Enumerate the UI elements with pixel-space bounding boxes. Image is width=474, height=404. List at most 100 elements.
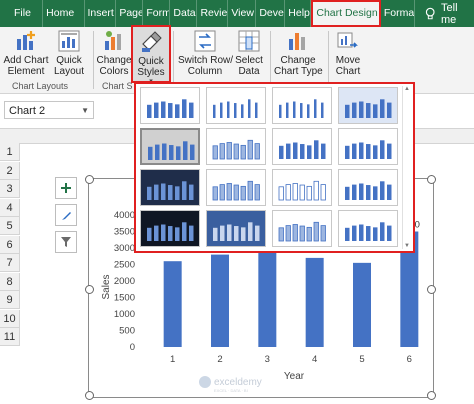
chart-style-preview-icon (279, 99, 324, 118)
chart-style-thumbnail[interactable] (272, 87, 332, 124)
chart-style-thumbnail[interactable] (338, 128, 398, 165)
chart-style-thumbnail[interactable] (140, 87, 200, 124)
tell-me-search[interactable]: Tell me (415, 2, 474, 26)
row-header[interactable]: 4 (0, 198, 20, 217)
chart-style-thumbnail[interactable] (272, 210, 332, 247)
select-all-corner[interactable] (0, 129, 21, 144)
chart-filters-button[interactable] (55, 231, 77, 253)
chart-style-thumbnail[interactable] (206, 128, 266, 165)
chart-style-thumbnail[interactable] (206, 87, 266, 124)
chevron-down-icon[interactable]: ▼ (81, 102, 89, 120)
name-box-value: Chart 2 (9, 105, 46, 117)
row-header[interactable]: 7 (0, 254, 20, 272)
chevron-down-icon[interactable]: ▼ (403, 243, 411, 249)
row-header[interactable]: 3 (0, 180, 20, 198)
quick-layout-icon (58, 30, 80, 52)
bar[interactable] (353, 262, 371, 347)
quick-styles-button[interactable]: Quick Styles ▾ (131, 25, 171, 85)
preview-bar (226, 183, 232, 201)
y-tick-label: 0 (130, 342, 135, 353)
preview-bar (182, 99, 187, 118)
name-box[interactable]: Chart 2 ▼ (4, 101, 94, 119)
chart-style-thumbnail[interactable] (206, 169, 266, 206)
preview-bar (306, 185, 312, 201)
resize-handle[interactable] (85, 285, 94, 294)
move-chart-icon (337, 32, 358, 48)
preview-bar (352, 225, 357, 241)
change-colors-button[interactable]: Change Colors (96, 29, 132, 81)
select-data-icon (238, 30, 260, 52)
preview-bar (279, 104, 282, 118)
preview-bar (255, 102, 258, 118)
chevron-up-icon[interactable]: ▲ (403, 86, 411, 92)
tab-help[interactable]: Help (285, 0, 312, 27)
tab-developer[interactable]: Devel (256, 0, 286, 27)
preview-bar (254, 143, 260, 160)
lightbulb-icon (425, 7, 435, 19)
tab-chart-design[interactable]: Chart Design (311, 0, 381, 27)
row-header[interactable]: 8 (0, 272, 20, 291)
bar[interactable] (211, 254, 229, 347)
quick-layout-button[interactable]: Quick Layout (50, 29, 88, 81)
y-tick-label: 2500 (114, 260, 135, 271)
preview-bar (220, 225, 225, 241)
chart-style-thumbnail[interactable] (338, 210, 398, 247)
tab-data[interactable]: Data (170, 0, 198, 27)
chart-elements-button[interactable] (55, 177, 77, 199)
chart-style-thumbnail[interactable] (272, 169, 332, 206)
preview-bar (314, 99, 317, 118)
switch-row-column-button[interactable]: Switch Row/ Column (178, 29, 233, 81)
chart-style-thumbnail[interactable] (140, 128, 200, 165)
change-chart-type-button[interactable]: Change Chart Type (274, 29, 323, 81)
move-chart-button[interactable]: Move Chart (333, 29, 363, 81)
bar[interactable] (258, 251, 277, 347)
resize-handle[interactable] (427, 285, 436, 294)
tab-home[interactable]: Home (43, 0, 85, 27)
row-header[interactable]: 2 (0, 161, 20, 180)
preview-bar (380, 99, 385, 118)
preview-bar (234, 103, 237, 118)
preview-bar (227, 101, 230, 118)
resize-handle[interactable] (427, 175, 436, 184)
tab-page[interactable]: Page (116, 0, 144, 27)
row-header[interactable]: 11 (0, 328, 20, 346)
row-header[interactable]: 6 (0, 235, 20, 254)
preview-bar (314, 140, 319, 159)
change-chart-type-icon (289, 33, 305, 50)
tab-insert[interactable]: Insert (85, 0, 117, 27)
x-tick-label: 1 (170, 354, 175, 365)
chart-style-preview-icon (147, 222, 194, 241)
tab-file[interactable]: File (0, 0, 44, 27)
select-data-button[interactable]: Select Data (234, 29, 264, 81)
tab-format[interactable]: Format (381, 0, 415, 27)
chart-style-thumbnail[interactable] (140, 210, 200, 247)
row-header[interactable]: 1 (0, 143, 20, 161)
add-chart-element-button[interactable]: Add Chart Element (3, 29, 49, 81)
chart-style-thumbnail[interactable] (272, 128, 332, 165)
gallery-scrollbar[interactable]: ▲ ▼ (402, 86, 411, 249)
tab-formulas[interactable]: Formu (143, 0, 171, 27)
chart-style-thumbnail[interactable] (140, 169, 200, 206)
watermark-tagline: EXCEL · DATA · BI (214, 388, 248, 393)
chart-style-thumbnail[interactable] (206, 210, 266, 247)
chart-style-thumbnail[interactable] (338, 169, 398, 206)
resize-handle[interactable] (85, 175, 94, 184)
bar[interactable] (305, 257, 324, 347)
bar[interactable] (163, 261, 182, 347)
row-header[interactable]: 10 (0, 309, 20, 328)
chart-style-thumbnail[interactable] (338, 87, 398, 124)
tab-view[interactable]: View (228, 0, 257, 27)
resize-handle[interactable] (427, 391, 436, 400)
preview-bar (278, 186, 284, 201)
row-header[interactable]: 9 (0, 291, 20, 309)
preview-bar (175, 104, 180, 118)
row-header[interactable]: 5 (0, 217, 20, 235)
preview-bar (168, 185, 173, 200)
chart-styles-button[interactable] (55, 204, 77, 226)
quick-styles-label: Quick Styles (137, 56, 165, 78)
preview-bar (168, 103, 173, 118)
tab-review[interactable]: Revie (197, 0, 229, 27)
preview-bar (307, 104, 310, 118)
ribbon-separator (93, 31, 94, 89)
resize-handle[interactable] (85, 391, 94, 400)
